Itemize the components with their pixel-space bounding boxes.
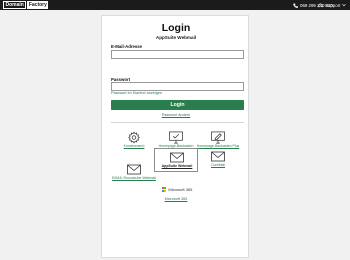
envelope-icon bbox=[170, 152, 184, 163]
chevron-down-icon bbox=[342, 3, 347, 7]
support-menu[interactable]: Support bbox=[318, 1, 347, 9]
email-field[interactable] bbox=[111, 50, 244, 59]
envelope-icon bbox=[127, 164, 141, 175]
domain-factory-logo[interactable]: Domain Factory bbox=[3, 1, 49, 9]
divider bbox=[111, 122, 244, 123]
headset-icon bbox=[318, 3, 323, 7]
app-tile-appsuite-webmail[interactable]: AppSuite Webmail bbox=[154, 148, 198, 172]
login-card: Login AppSuite Webmail E-Mail-Adresse Pa… bbox=[101, 15, 249, 258]
page-title: Login bbox=[161, 22, 191, 34]
app-label: Kundenmenü bbox=[123, 144, 145, 148]
change-password-link[interactable]: Passwort ändern bbox=[102, 113, 250, 117]
app-label: EMAIL Roundcube Webmail bbox=[112, 176, 156, 180]
logo-text-domain: Domain bbox=[3, 1, 27, 9]
monitor-check-icon bbox=[169, 131, 183, 144]
login-button[interactable]: Login bbox=[111, 100, 244, 110]
monitor-pen-icon bbox=[211, 131, 225, 144]
page-subtitle: AppSuite Webmail bbox=[155, 35, 197, 40]
support-label: Support bbox=[325, 2, 341, 8]
app-tile-kundenmenue[interactable]: Kundenmenü bbox=[112, 129, 156, 153]
app-label: AppSuite Webmail bbox=[161, 164, 193, 168]
top-bar: Domain Factory 069 299 280 020 Support bbox=[0, 0, 350, 10]
gear-icon bbox=[128, 131, 140, 144]
microsoft-logo-icon bbox=[162, 187, 167, 192]
app-tile-coremail[interactable]: CoreMail bbox=[196, 148, 240, 172]
phone-icon bbox=[293, 3, 298, 8]
microsoft-365-logo: Microsoft 365 bbox=[162, 187, 192, 192]
show-password-link[interactable]: Passwort im Klartext anzeigen bbox=[111, 91, 162, 95]
microsoft-logo-text: Microsoft 365 bbox=[168, 187, 193, 192]
app-label: CoreMail bbox=[210, 163, 225, 167]
app-tile-roundcube[interactable]: EMAIL Roundcube Webmail bbox=[112, 161, 156, 185]
logo-text-factory: Factory bbox=[27, 1, 49, 9]
email-label: E-Mail-Adresse bbox=[111, 44, 143, 49]
envelope-icon bbox=[211, 151, 225, 162]
microsoft-365-link[interactable]: Microsoft 365 bbox=[102, 197, 250, 201]
